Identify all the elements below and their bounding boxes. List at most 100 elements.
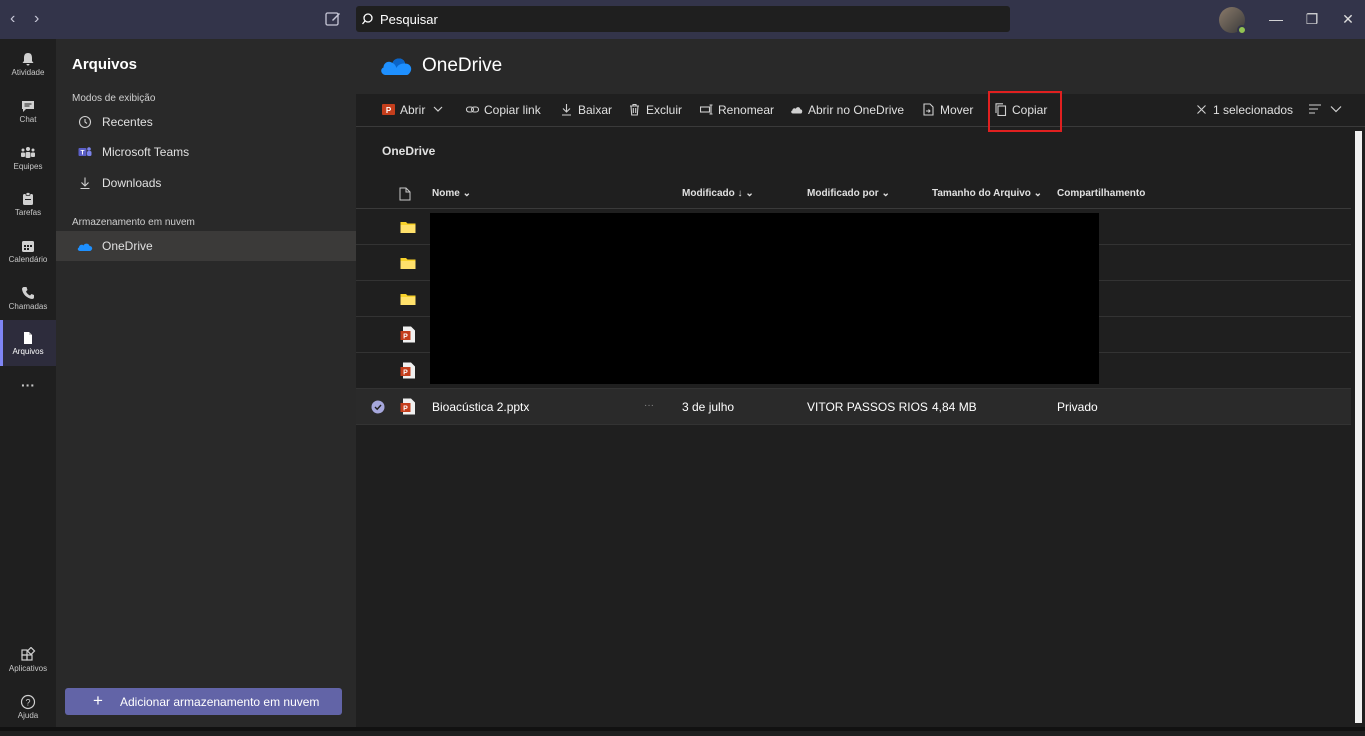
sidebar-item-recentes[interactable]: Recentes [56,107,356,137]
rail-item-chat[interactable]: Chat [0,94,56,140]
more-options-button[interactable]: ··· [644,400,654,411]
bottom-edge [0,727,1365,731]
onedrive-header: OneDrive [356,39,1365,94]
apps-icon [21,647,36,661]
search-input[interactable]: Pesquisar [356,6,1010,32]
svg-text:P: P [403,370,408,377]
rail-label: Arquivos [12,347,44,356]
chevron-left-icon[interactable]: ‹ [10,10,15,28]
rename-icon [700,104,713,115]
delete-button[interactable]: Excluir [628,103,682,117]
open-in-onedrive-label: Abrir no OneDrive [808,103,905,117]
link-icon [466,106,479,113]
open-button[interactable]: P Abrir [382,103,443,117]
avatar[interactable] [1219,7,1247,35]
status-available-icon [1237,25,1247,35]
move-button[interactable]: Mover [922,103,973,117]
add-cloud-storage-label: Adicionar armazenamento em nuvem [120,695,320,709]
rail-label: Calendário [8,255,48,264]
compose-icon[interactable] [324,10,342,28]
svg-text:P: P [386,106,392,115]
rail-item-calendar[interactable]: Calendário [0,234,56,280]
copy-link-label: Copiar link [484,103,541,117]
move-icon [923,103,934,116]
column-modified-by-label: Modificado por [807,188,879,199]
more-apps-button[interactable]: ··· [0,377,56,401]
checkmark-circle-icon[interactable] [371,400,385,414]
trash-icon [630,103,639,116]
scrollbar-thumb[interactable] [1355,131,1362,723]
column-modified[interactable]: Modificado ↓ ⌄ [682,188,754,199]
column-modified-by[interactable]: Modificado por ⌄ [807,188,890,199]
powerpoint-file-icon: P [400,326,415,343]
column-sharing[interactable]: Compartilhamento [1057,188,1145,199]
calendar-icon [22,241,34,252]
column-headers: Nome ⌄ Modificado ↓ ⌄ Modificado por ⌄ T… [356,179,1351,209]
teams-icon [21,147,35,158]
file-modified: 3 de julho [682,400,735,414]
plus-icon: + [93,691,103,710]
move-label: Mover [940,103,974,117]
sidebar-item-downloads[interactable]: Downloads [56,168,356,198]
column-name[interactable]: Nome ⌄ [432,188,471,199]
copy-highlight-box [988,91,1062,132]
teams-logo-icon: T [78,147,92,157]
rail-item-files[interactable]: Arquivos [0,320,56,366]
view-options-button[interactable] [1308,103,1342,117]
delete-label: Excluir [646,103,683,117]
file-modified-by: VITOR PASSOS RIOS [807,400,928,414]
file-sharing: Privado [1057,400,1098,414]
rail-label: Ajuda [17,711,39,720]
clear-selection-button[interactable]: 1 selecionados [1195,103,1293,117]
rename-button[interactable]: Renomear [700,103,774,117]
minimize-button[interactable]: — [1266,9,1286,29]
onedrive-icon [77,243,93,251]
selected-count: 1 selecionados [1213,103,1294,117]
chevron-down-icon[interactable] [433,104,443,114]
views-header: Modos de exibição [72,93,156,104]
column-name-label: Nome [432,188,460,199]
column-size[interactable]: Tamanho do Arquivo ⌄ [932,188,1042,199]
sidepanel-title: Arquivos [72,56,138,73]
chevron-right-icon[interactable]: › [34,10,39,28]
copy-link-button[interactable]: Copiar link [466,103,541,117]
breadcrumb[interactable]: OneDrive [382,144,435,158]
download-button[interactable]: Baixar [560,103,612,117]
files-sidepanel: Arquivos Modos de exibição Recentes T Mi… [56,39,356,731]
sidebar-item-label: Recentes [102,115,153,129]
chat-icon [22,101,34,112]
rail-item-apps[interactable]: Aplicativos [0,643,56,689]
page-title: OneDrive [422,55,503,76]
download-label: Baixar [578,103,613,117]
main-content: OneDrive P Abrir Copiar link Baixar Exclu… [356,39,1365,731]
restore-button[interactable]: ❐ [1302,9,1322,29]
rail-item-tasks[interactable]: Tarefas [0,187,56,233]
file-size: 4,84 MB [932,400,977,414]
sidebar-item-label: Downloads [102,176,162,190]
add-cloud-storage-button[interactable]: + Adicionar armazenamento em nuvem [65,688,342,715]
sidebar-item-onedrive[interactable]: OneDrive [56,231,356,261]
redacted-area [430,213,1099,384]
close-button[interactable]: ✕ [1338,9,1358,29]
folder-icon [400,294,416,305]
rename-label: Renomear [718,103,775,117]
sidebar-item-label: OneDrive [102,239,153,253]
cloud-header: Armazenamento em nuvem [72,217,195,228]
open-in-onedrive-button[interactable]: Abrir no OneDrive [790,103,904,117]
table-row-selected[interactable]: P Bioacústica 2.pptx ··· 3 de julho VITO… [356,389,1351,425]
powerpoint-file-icon: P [400,362,415,379]
download-icon [80,177,90,190]
rail-item-teams[interactable]: Equipes [0,141,56,187]
rail-label: Tarefas [14,208,42,217]
file-type-icon [399,187,411,201]
rail-label: Equipes [13,162,43,171]
rail-item-activity[interactable]: Atividade [0,47,56,93]
sidebar-item-microsoft-teams[interactable]: T Microsoft Teams [56,137,356,167]
file-name[interactable]: Bioacústica 2.pptx [432,400,529,414]
scrollbar[interactable] [1352,127,1365,731]
powerpoint-icon: P [382,104,395,115]
list-view-icon [1309,104,1321,114]
powerpoint-file-icon: P [400,398,415,415]
rail-label: Atividade [11,68,45,77]
column-modified-label: Modificado [682,188,735,199]
